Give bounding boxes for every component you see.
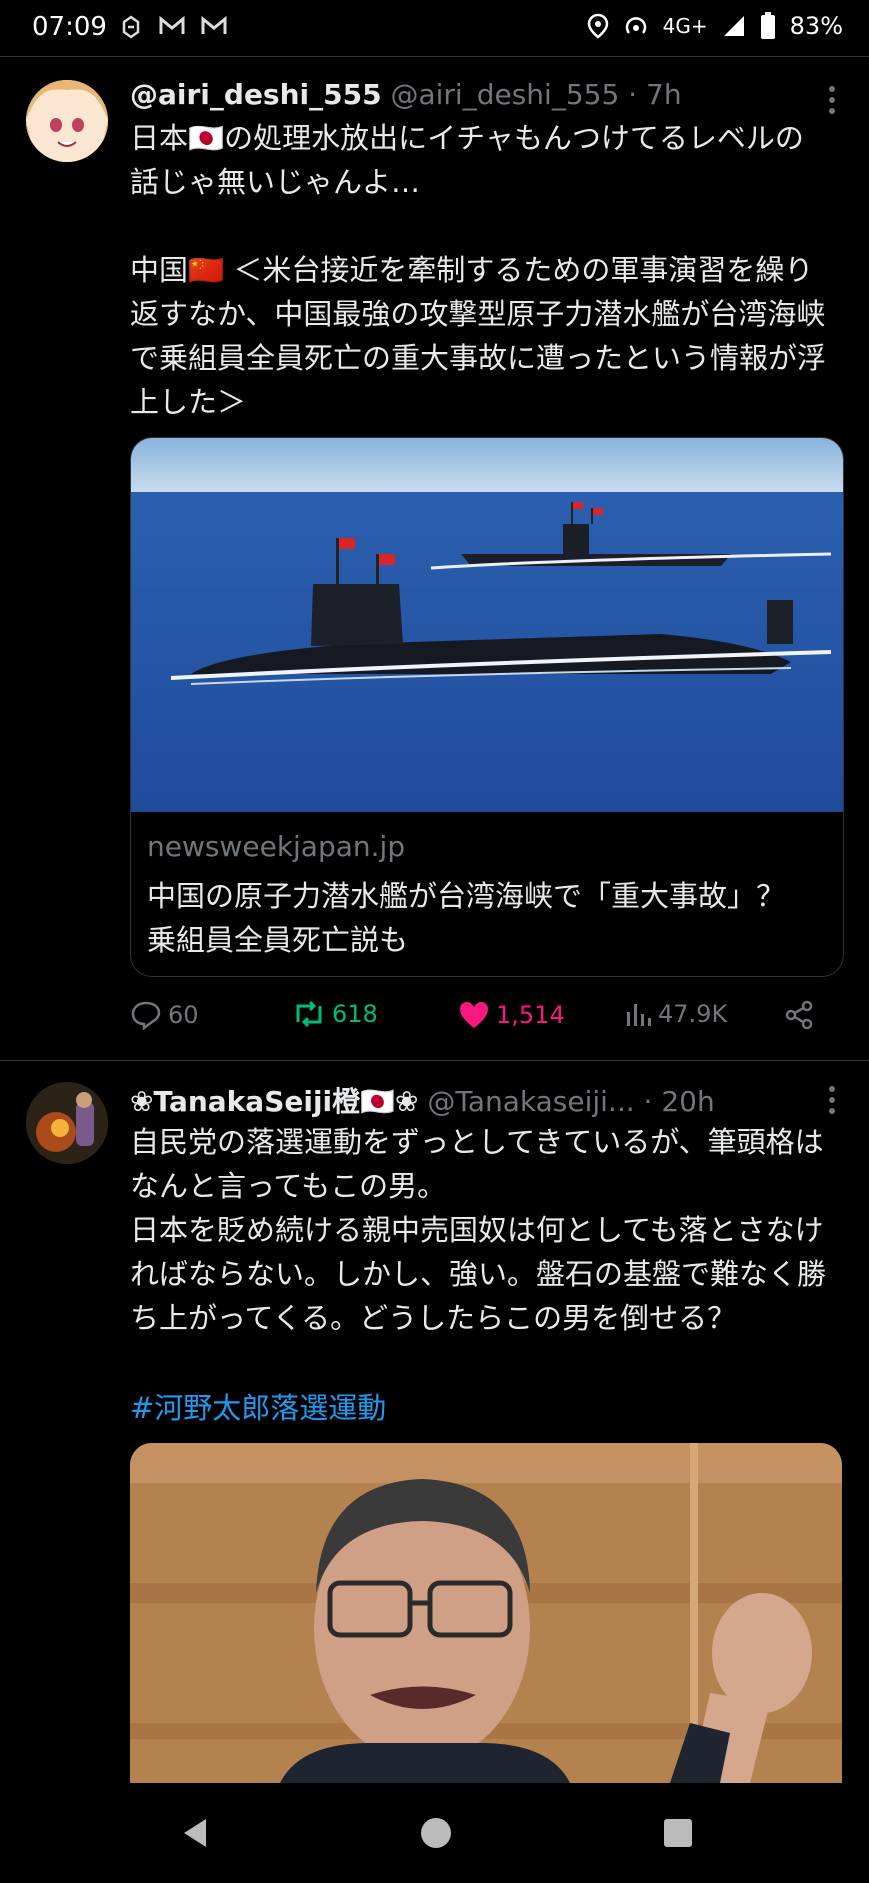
character-avatar-image: [26, 1082, 108, 1164]
reply-icon: [131, 1001, 161, 1030]
network-type: 4G+: [662, 14, 708, 38]
views-chart-icon: [627, 1004, 651, 1026]
back-button[interactable]: [176, 1813, 216, 1853]
navigation-bar: [0, 1783, 869, 1883]
like-button[interactable]: 1,514: [458, 1000, 565, 1030]
avatar[interactable]: [26, 80, 108, 162]
reply-count: 60: [168, 1001, 199, 1029]
card-domain: newsweekjapan.jp: [147, 830, 406, 863]
views-button[interactable]: 47.9K: [624, 1000, 727, 1028]
signal-icon: [723, 16, 744, 36]
more-options-icon[interactable]: [827, 1084, 837, 1116]
tweet-photo[interactable]: [130, 1443, 842, 1783]
submarine-news-image: [131, 438, 843, 812]
battery-percent: 83%: [789, 12, 843, 40]
views-count: 47.9K: [658, 1000, 728, 1028]
status-divider: [0, 56, 869, 57]
display-name[interactable]: @airi_deshi_555: [130, 78, 382, 111]
tweet-header: @airi_deshi_555 @airi_deshi_555 · 7h: [130, 78, 682, 111]
link-card[interactable]: newsweekjapan.jp 中国の原子力潜水艦が台湾海峡で「重大事故」？ …: [130, 437, 844, 977]
handle[interactable]: @Tanakaseiji...: [427, 1085, 634, 1118]
share-button[interactable]: [784, 1000, 814, 1030]
tweet-actions: 60 618 1,514 47.9K: [130, 1000, 830, 1040]
tweet-divider: [0, 1060, 869, 1061]
separator: ·: [628, 78, 646, 111]
like-count: 1,514: [496, 1001, 565, 1029]
retweet-icon: [296, 1000, 322, 1028]
hashtag-link[interactable]: #河野太郎落選運動: [130, 1386, 830, 1430]
avatar[interactable]: [26, 1082, 108, 1164]
battery-icon: [760, 12, 775, 39]
separator: ·: [643, 1085, 662, 1118]
system-status: 4G+ 83%: [587, 12, 843, 40]
anime-avatar-image: [26, 80, 108, 162]
timestamp[interactable]: 20h: [661, 1085, 714, 1118]
tweet-header: ❀TanakaSeiji橙🇯🇵❀ @Tanakaseiji... · 20h: [130, 1080, 715, 1120]
share-icon: [785, 1000, 813, 1030]
display-name[interactable]: ❀TanakaSeiji橙🇯🇵❀: [130, 1085, 418, 1118]
retweet-button[interactable]: 618: [292, 1000, 378, 1028]
handle[interactable]: @airi_deshi_555: [390, 78, 619, 111]
reply-button[interactable]: 60: [130, 1000, 199, 1030]
notification-icons: [118, 14, 228, 40]
sync-icon: [122, 15, 140, 39]
home-button[interactable]: [416, 1813, 456, 1853]
heart-icon: [460, 1002, 488, 1028]
gmail-icon-2: [201, 15, 227, 34]
timestamp[interactable]: 7h: [646, 78, 682, 111]
more-options-icon[interactable]: [827, 84, 837, 116]
retweet-count: 618: [332, 1000, 378, 1028]
politician-photo-image: [130, 1443, 842, 1783]
hotspot-icon: [625, 17, 646, 34]
card-title: 中国の原子力潜水艦が台湾海峡で「重大事故」？ 乗組員全員死亡説も: [147, 879, 815, 957]
status-bar: 07:09 4G+ 83%: [0, 0, 869, 56]
location-icon: [587, 13, 608, 39]
gmail-icon: [159, 15, 185, 34]
recents-button[interactable]: [658, 1813, 698, 1853]
status-time: 07:09: [32, 12, 107, 42]
tweet-text: 自民党の落選運動をずっとしてきているが、筆頭格はなんと言ってもこの男。 日本を貶…: [130, 1125, 827, 1335]
tweet-text: 日本🇯🇵の処理水放出にイチャもんつけてるレベルの話じゃ無いじゃんよ… 中国🇨🇳 …: [130, 121, 827, 419]
